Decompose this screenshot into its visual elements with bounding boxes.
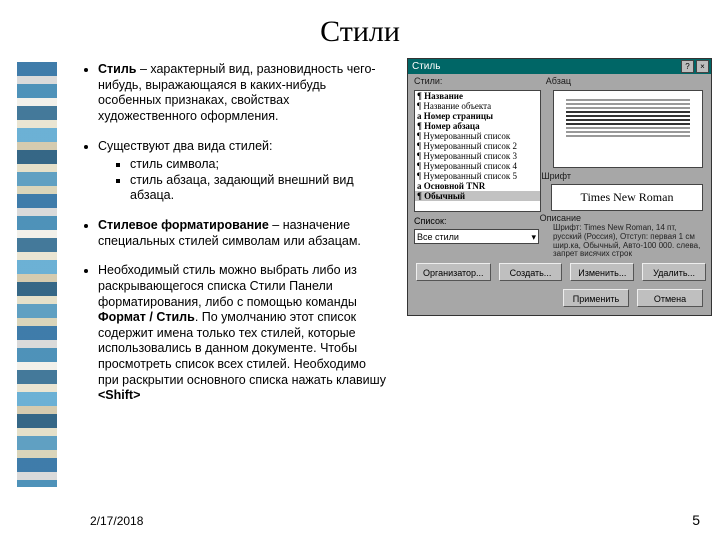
footer-page-number: 5	[692, 512, 700, 528]
bullet-2-sub-2: стиль абзаца, задающий внешний вид абзац…	[130, 173, 390, 204]
bullet-2: Существуют два вида стилей: стиль символ…	[98, 139, 390, 205]
bullet-4: Необходимый стиль можно выбрать либо из …	[98, 263, 390, 404]
delete-button[interactable]: Удалить...	[642, 263, 706, 281]
style-listbox[interactable]: ¶ Название ¶ Название объекта a Номер ст…	[414, 90, 541, 212]
para-label: Абзац	[546, 76, 571, 86]
style-dialog-screenshot: Стиль ? × Стили: Абзац ¶ Название ¶ Назв…	[407, 58, 712, 316]
desc-label: Описание	[540, 213, 581, 223]
list-item[interactable]: ¶ Нумерованный список 4	[415, 161, 540, 171]
bullet-1: Стиль – характерный вид, разновидность ч…	[98, 62, 390, 125]
list-label: Список:	[414, 216, 446, 226]
font-label: Шрифт	[541, 171, 571, 181]
list-dropdown[interactable]: Все стили	[414, 229, 539, 244]
list-item[interactable]: ¶ Нумерованный список	[415, 131, 540, 141]
font-preview: Times New Roman	[551, 184, 703, 211]
description-text: Шрифт: Times New Roman, 14 пт, русский (…	[553, 224, 703, 259]
bullet-3: Стилевое форматирование – назначение спе…	[98, 218, 390, 249]
help-icon[interactable]: ?	[681, 60, 694, 73]
list-item[interactable]: ¶ Название	[415, 91, 540, 101]
list-item[interactable]: ¶ Номер абзаца	[415, 121, 540, 131]
body-text: Стиль – характерный вид, разновидность ч…	[80, 62, 390, 418]
list-item[interactable]: ¶ Нумерованный список 2	[415, 141, 540, 151]
dialog-titlebar: Стиль ? ×	[408, 59, 711, 74]
decorative-stripes	[17, 62, 57, 487]
styles-label: Стили:	[414, 76, 442, 86]
close-icon[interactable]: ×	[696, 60, 709, 73]
list-item[interactable]: ¶ Нумерованный список 5	[415, 171, 540, 181]
slide-title: Стили	[0, 15, 720, 49]
edit-button[interactable]: Изменить...	[570, 263, 634, 281]
apply-button[interactable]: Применить	[563, 289, 629, 307]
list-item[interactable]: a Основной TNR	[415, 181, 540, 191]
new-button[interactable]: Создать...	[499, 263, 563, 281]
list-item[interactable]: ¶ Нумерованный список 3	[415, 151, 540, 161]
list-item[interactable]: ¶ Название объекта	[415, 101, 540, 111]
paragraph-preview	[553, 90, 703, 168]
organizer-button[interactable]: Организатор...	[416, 263, 491, 281]
list-item[interactable]: ¶ Обычный	[415, 191, 540, 201]
cancel-button[interactable]: Отмена	[637, 289, 703, 307]
dialog-title: Стиль	[412, 61, 440, 72]
footer-date: 2/17/2018	[90, 514, 143, 528]
list-item[interactable]: a Номер страницы	[415, 111, 540, 121]
bullet-2-sub-1: стиль символа;	[130, 157, 390, 173]
